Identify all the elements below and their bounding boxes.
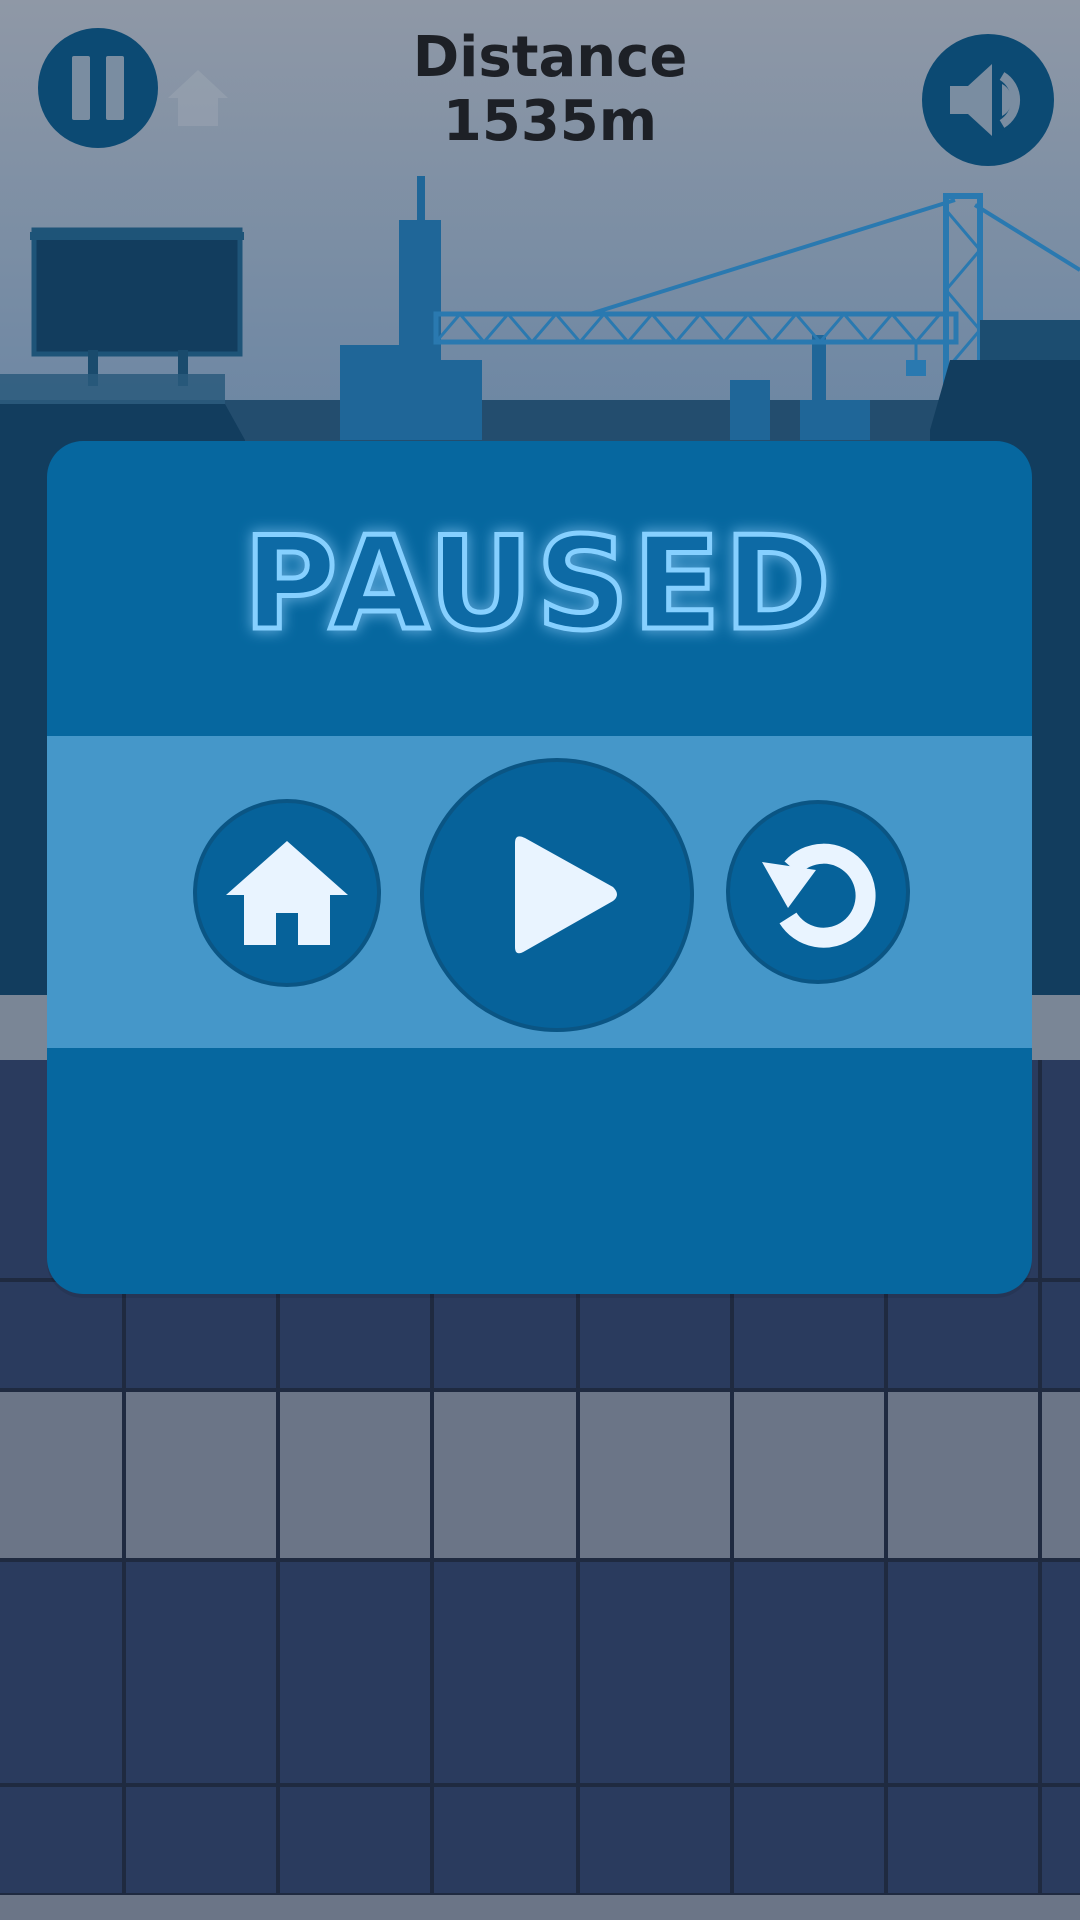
pause-menu-panel: PAUSED PAUSED xyxy=(47,441,1032,1294)
pause-button[interactable] xyxy=(38,28,158,148)
pause-icon xyxy=(72,56,124,120)
billboard xyxy=(0,227,244,404)
home-button[interactable] xyxy=(193,799,381,987)
home-icon xyxy=(226,841,348,945)
svg-text:PAUSED: PAUSED xyxy=(244,510,835,659)
distance-value: 1535m xyxy=(442,89,658,154)
pause-menu-buttons xyxy=(47,736,1032,1048)
sound-toggle-button[interactable] xyxy=(922,34,1054,166)
home-icon xyxy=(166,66,230,130)
distance-display: Distance 1535m xyxy=(340,26,760,154)
play-icon xyxy=(515,836,617,954)
restart-icon xyxy=(762,843,876,948)
distance-label: Distance xyxy=(412,25,688,90)
game-screen: Distance 1535m PAUSED xyxy=(0,0,1080,1920)
restart-button[interactable] xyxy=(726,800,910,984)
speaker-icon xyxy=(950,64,1021,136)
pause-title: PAUSED PAUSED xyxy=(47,441,1032,736)
resume-button[interactable] xyxy=(420,758,694,1032)
